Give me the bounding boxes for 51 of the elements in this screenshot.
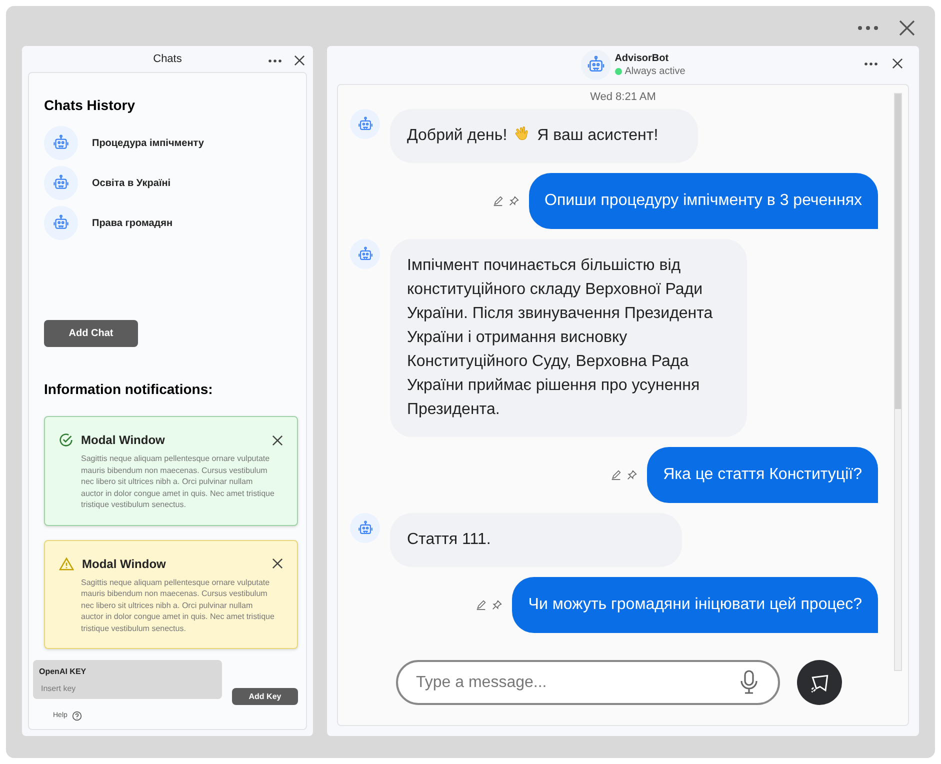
close-icon[interactable] (899, 20, 915, 36)
robot-icon (52, 134, 70, 152)
notification-body: Sagittis neque aliquam pellentesque ornare vulputate mauris bibendum non maecenas. Cursus vestibulum nec libero sit ultrices nibh a. Orci pulvinar nullam auctor in dolor congue amet in quis. Nec amet tristique tristique vestibulum senectus. (81, 576, 275, 634)
bot-status: Always active (624, 65, 686, 78)
robot-icon (52, 174, 70, 192)
check-circle-icon (59, 433, 73, 447)
send-button[interactable] (797, 660, 842, 705)
more-icon[interactable] (864, 62, 878, 66)
microphone-icon[interactable] (740, 670, 758, 694)
notification-title: Modal Window (82, 556, 167, 572)
chat-title: Процедура імпічменту (92, 136, 204, 150)
more-icon[interactable] (857, 25, 879, 31)
more-icon[interactable] (268, 58, 282, 62)
bot-message: Імпічмент починається більшістю від конституційного складу Верховної Ради України. Після звинувачення Президента України і отримання висновку Конституційного Суду, Верховна Рада України приймає рішення про усунення Президента. (390, 239, 747, 437)
timestamp: Wed 8:21 AM (589, 90, 657, 103)
user-message: Опиши процедуру імпічменту в 3 реченнях (528, 173, 878, 229)
section-title: Chats History (44, 96, 136, 115)
edit-icon[interactable] (476, 600, 486, 610)
field-label: OpenAI KEY (39, 666, 86, 678)
notification-body: Sagittis neque aliquam pellentesque ornare vulputate mauris bibendum non maecenas. Cursus vestibulum nec libero sit ultrices nibh a. Orci pulvinar nullam auctor in dolor congue amet in quis. Nec amet tristique tristique vestibulum senectus. (81, 453, 275, 510)
edit-icon[interactable] (492, 196, 502, 206)
message-input[interactable]: Type a message... (396, 660, 780, 705)
robot-icon (356, 246, 374, 262)
warning-icon (59, 556, 74, 570)
close-icon[interactable] (892, 58, 903, 69)
chat-history-item[interactable]: Освіта в Україні (44, 166, 291, 200)
chat-title: Освіта в Україні (92, 176, 171, 190)
notification-title: Modal Window (81, 432, 166, 449)
add-chat-button[interactable]: Add Chat (44, 320, 138, 347)
help-icon[interactable] (72, 710, 82, 721)
user-message: Чи можуть громадяни ініцювати цей процес? (512, 577, 878, 633)
edit-icon[interactable] (611, 470, 622, 480)
bot-message: Добрий день! Я ваш асистент! (390, 109, 698, 163)
panel-title: Chats (153, 52, 182, 67)
close-icon[interactable] (272, 558, 283, 569)
pin-icon[interactable] (492, 600, 502, 610)
chat-title: Права громадян (92, 216, 173, 230)
section-title: Information notifications: (44, 380, 214, 399)
close-icon[interactable] (294, 55, 305, 66)
bot-name: AdvisorBot (614, 52, 670, 65)
add-key-button[interactable]: Add Key (232, 688, 298, 705)
close-icon[interactable] (272, 434, 283, 446)
chat-history-item[interactable]: Права громадян (44, 206, 291, 240)
user-message: Яка це стаття Конституції? (647, 447, 878, 503)
robot-icon (356, 520, 374, 536)
pin-icon[interactable] (627, 470, 638, 480)
chat-history-item[interactable]: Процедура імпічменту (44, 126, 291, 160)
robot-icon (52, 214, 70, 232)
pin-icon[interactable] (508, 196, 518, 206)
robot-icon (356, 116, 374, 132)
bot-message: Стаття 111. (390, 513, 682, 567)
